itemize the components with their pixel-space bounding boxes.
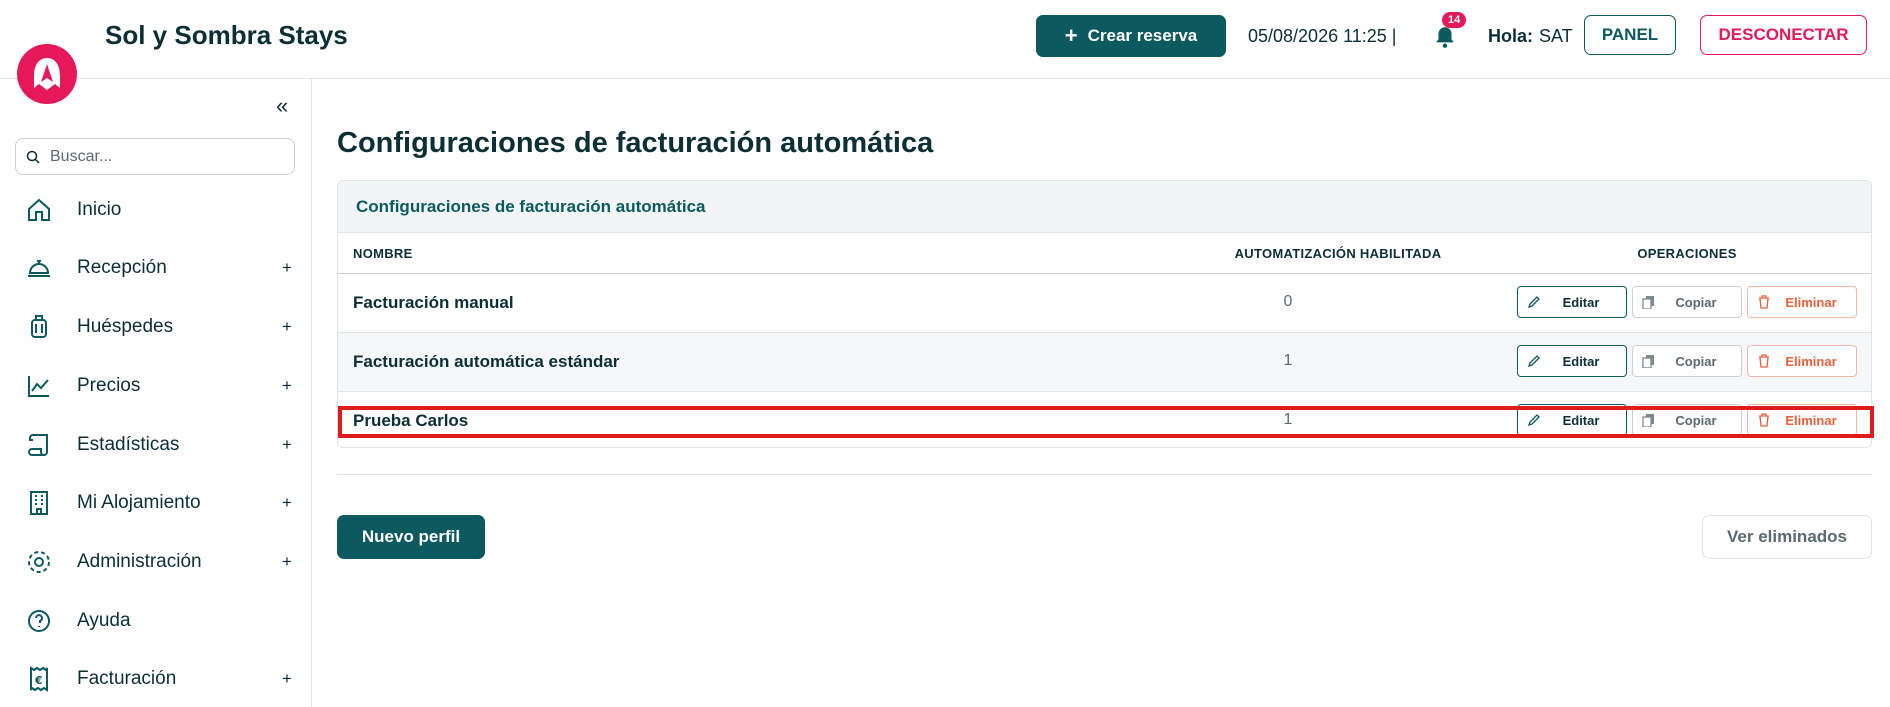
sidebar-item-recepcion[interactable]: Recepción + [0, 244, 311, 292]
row-enabled: 0 [1283, 293, 1293, 310]
sidebar-item-label: Administración [77, 551, 202, 572]
config-card: Configuraciones de facturación automátic… [337, 180, 1872, 448]
column-header-automation: AUTOMATIZACIÓN HABILITADA [1234, 246, 1442, 261]
delete-label: Eliminar [1785, 353, 1837, 369]
expand-icon[interactable]: + [282, 552, 292, 572]
greeting-label: Hola: [1488, 26, 1533, 46]
delete-label: Eliminar [1785, 412, 1837, 428]
expand-icon[interactable]: + [282, 669, 292, 689]
row-name: Prueba Carlos [353, 411, 469, 430]
column-header-operations: OPERACIONES [1637, 246, 1737, 261]
sidebar-item-precios[interactable]: Precios + [0, 362, 311, 410]
copy-label: Copiar [1675, 412, 1717, 428]
sidebar-item-facturacion[interactable]: € Facturación + [0, 655, 311, 703]
row-enabled: 1 [1283, 352, 1293, 369]
expand-icon[interactable]: + [282, 376, 292, 396]
table-row: Facturación manual 0 Editar Copiar Elimi… [338, 274, 1871, 333]
delete-label: Eliminar [1785, 294, 1837, 310]
sidebar-item-label: Precios [77, 375, 141, 396]
table-header: NOMBRE AUTOMATIZACIÓN HABILITADA OPERACI… [338, 233, 1871, 274]
expand-icon[interactable]: + [282, 435, 292, 455]
row-name: Facturación automática estándar [353, 352, 620, 371]
copy-button[interactable]: Copiar [1632, 345, 1742, 377]
table-row: Facturación automática estándar 1 Editar… [338, 333, 1871, 392]
scroll-icon [28, 434, 48, 456]
sidebar-item-ayuda[interactable]: Ayuda [0, 597, 311, 645]
sidebar-item-label: Inicio [77, 199, 122, 220]
expand-icon[interactable]: + [282, 317, 292, 337]
user-name: SAT [1539, 26, 1573, 46]
sidebar-item-mi-alojamiento[interactable]: Mi Alojamiento + [0, 479, 311, 527]
building-icon [30, 491, 48, 515]
card-title: Configuraciones de facturación automátic… [338, 181, 1871, 233]
delete-button[interactable]: Eliminar [1747, 345, 1857, 377]
plus-icon: + [1064, 23, 1078, 48]
edit-button[interactable]: Editar [1517, 286, 1627, 318]
delete-button[interactable]: Eliminar [1747, 404, 1857, 436]
search-box[interactable] [15, 138, 295, 175]
copy-label: Copiar [1675, 294, 1717, 310]
create-reservation-label: Crear reserva [1087, 26, 1198, 45]
chart-line-icon [28, 376, 49, 397]
sidebar-item-administracion[interactable]: Administración + [0, 538, 311, 586]
sidebar-item-label: Mi Alojamiento [77, 492, 201, 513]
sidebar-item-label: Estadísticas [77, 434, 180, 455]
gear-icon [28, 551, 50, 573]
panel-button[interactable]: PANEL [1584, 15, 1676, 55]
sidebar-item-label: Huéspedes [77, 316, 174, 337]
delete-button[interactable]: Eliminar [1747, 286, 1857, 318]
edit-button[interactable]: Editar [1517, 345, 1627, 377]
page-title: Configuraciones de facturación automátic… [337, 127, 934, 159]
brand-name: Sol y Sombra Stays [105, 20, 348, 50]
reception-bell-icon [28, 260, 50, 277]
help-circle-icon [28, 610, 50, 632]
search-input[interactable] [48, 146, 282, 167]
table-row: Prueba Carlos 1 Editar Copiar Eliminar [338, 392, 1871, 447]
expand-icon[interactable]: + [282, 493, 292, 513]
notification-badge: 14 [1442, 12, 1467, 28]
view-deleted-button[interactable]: Ver eliminados [1702, 515, 1872, 559]
copy-button[interactable]: Copiar [1632, 404, 1742, 436]
sidebar: « Inicio Recepción + Huéspedes + Precios… [0, 79, 312, 707]
copy-label: Copiar [1675, 353, 1717, 369]
euro-receipt-icon: € [30, 666, 48, 692]
collapse-sidebar-icon[interactable]: « [276, 93, 288, 119]
svg-text:€: € [34, 674, 43, 687]
divider [337, 474, 1872, 475]
sidebar-item-huespedes[interactable]: Huéspedes + [0, 303, 311, 351]
new-profile-button[interactable]: Nuevo perfil [337, 515, 485, 559]
top-header: Sol y Sombra Stays + Crear reserva 05/08… [0, 0, 1890, 79]
edit-button[interactable]: Editar [1517, 404, 1627, 436]
search-icon [26, 150, 40, 164]
sidebar-item-label: Facturación [77, 668, 177, 689]
row-enabled: 1 [1283, 411, 1293, 428]
sidebar-item-inicio[interactable]: Inicio [0, 186, 311, 234]
app-logo[interactable] [17, 44, 77, 104]
home-icon [28, 198, 50, 221]
copy-button[interactable]: Copiar [1632, 286, 1742, 318]
sidebar-item-label: Recepción [77, 257, 167, 278]
column-header-name: NOMBRE [353, 246, 413, 261]
edit-label: Editar [1562, 412, 1600, 428]
expand-icon[interactable]: + [282, 258, 292, 278]
edit-label: Editar [1562, 294, 1600, 310]
current-datetime: 05/08/2026 11:25 | [1248, 26, 1397, 46]
sidebar-item-estadisticas[interactable]: Estadísticas + [0, 421, 311, 469]
logout-button[interactable]: DESCONECTAR [1700, 15, 1867, 55]
sidebar-item-label: Ayuda [77, 610, 131, 631]
luggage-icon [31, 315, 47, 338]
row-name: Facturación manual [353, 293, 514, 312]
edit-label: Editar [1562, 353, 1600, 369]
create-reservation-button[interactable]: + Crear reserva [1036, 15, 1226, 57]
user-greeting: Hola: SAT [1488, 26, 1573, 47]
